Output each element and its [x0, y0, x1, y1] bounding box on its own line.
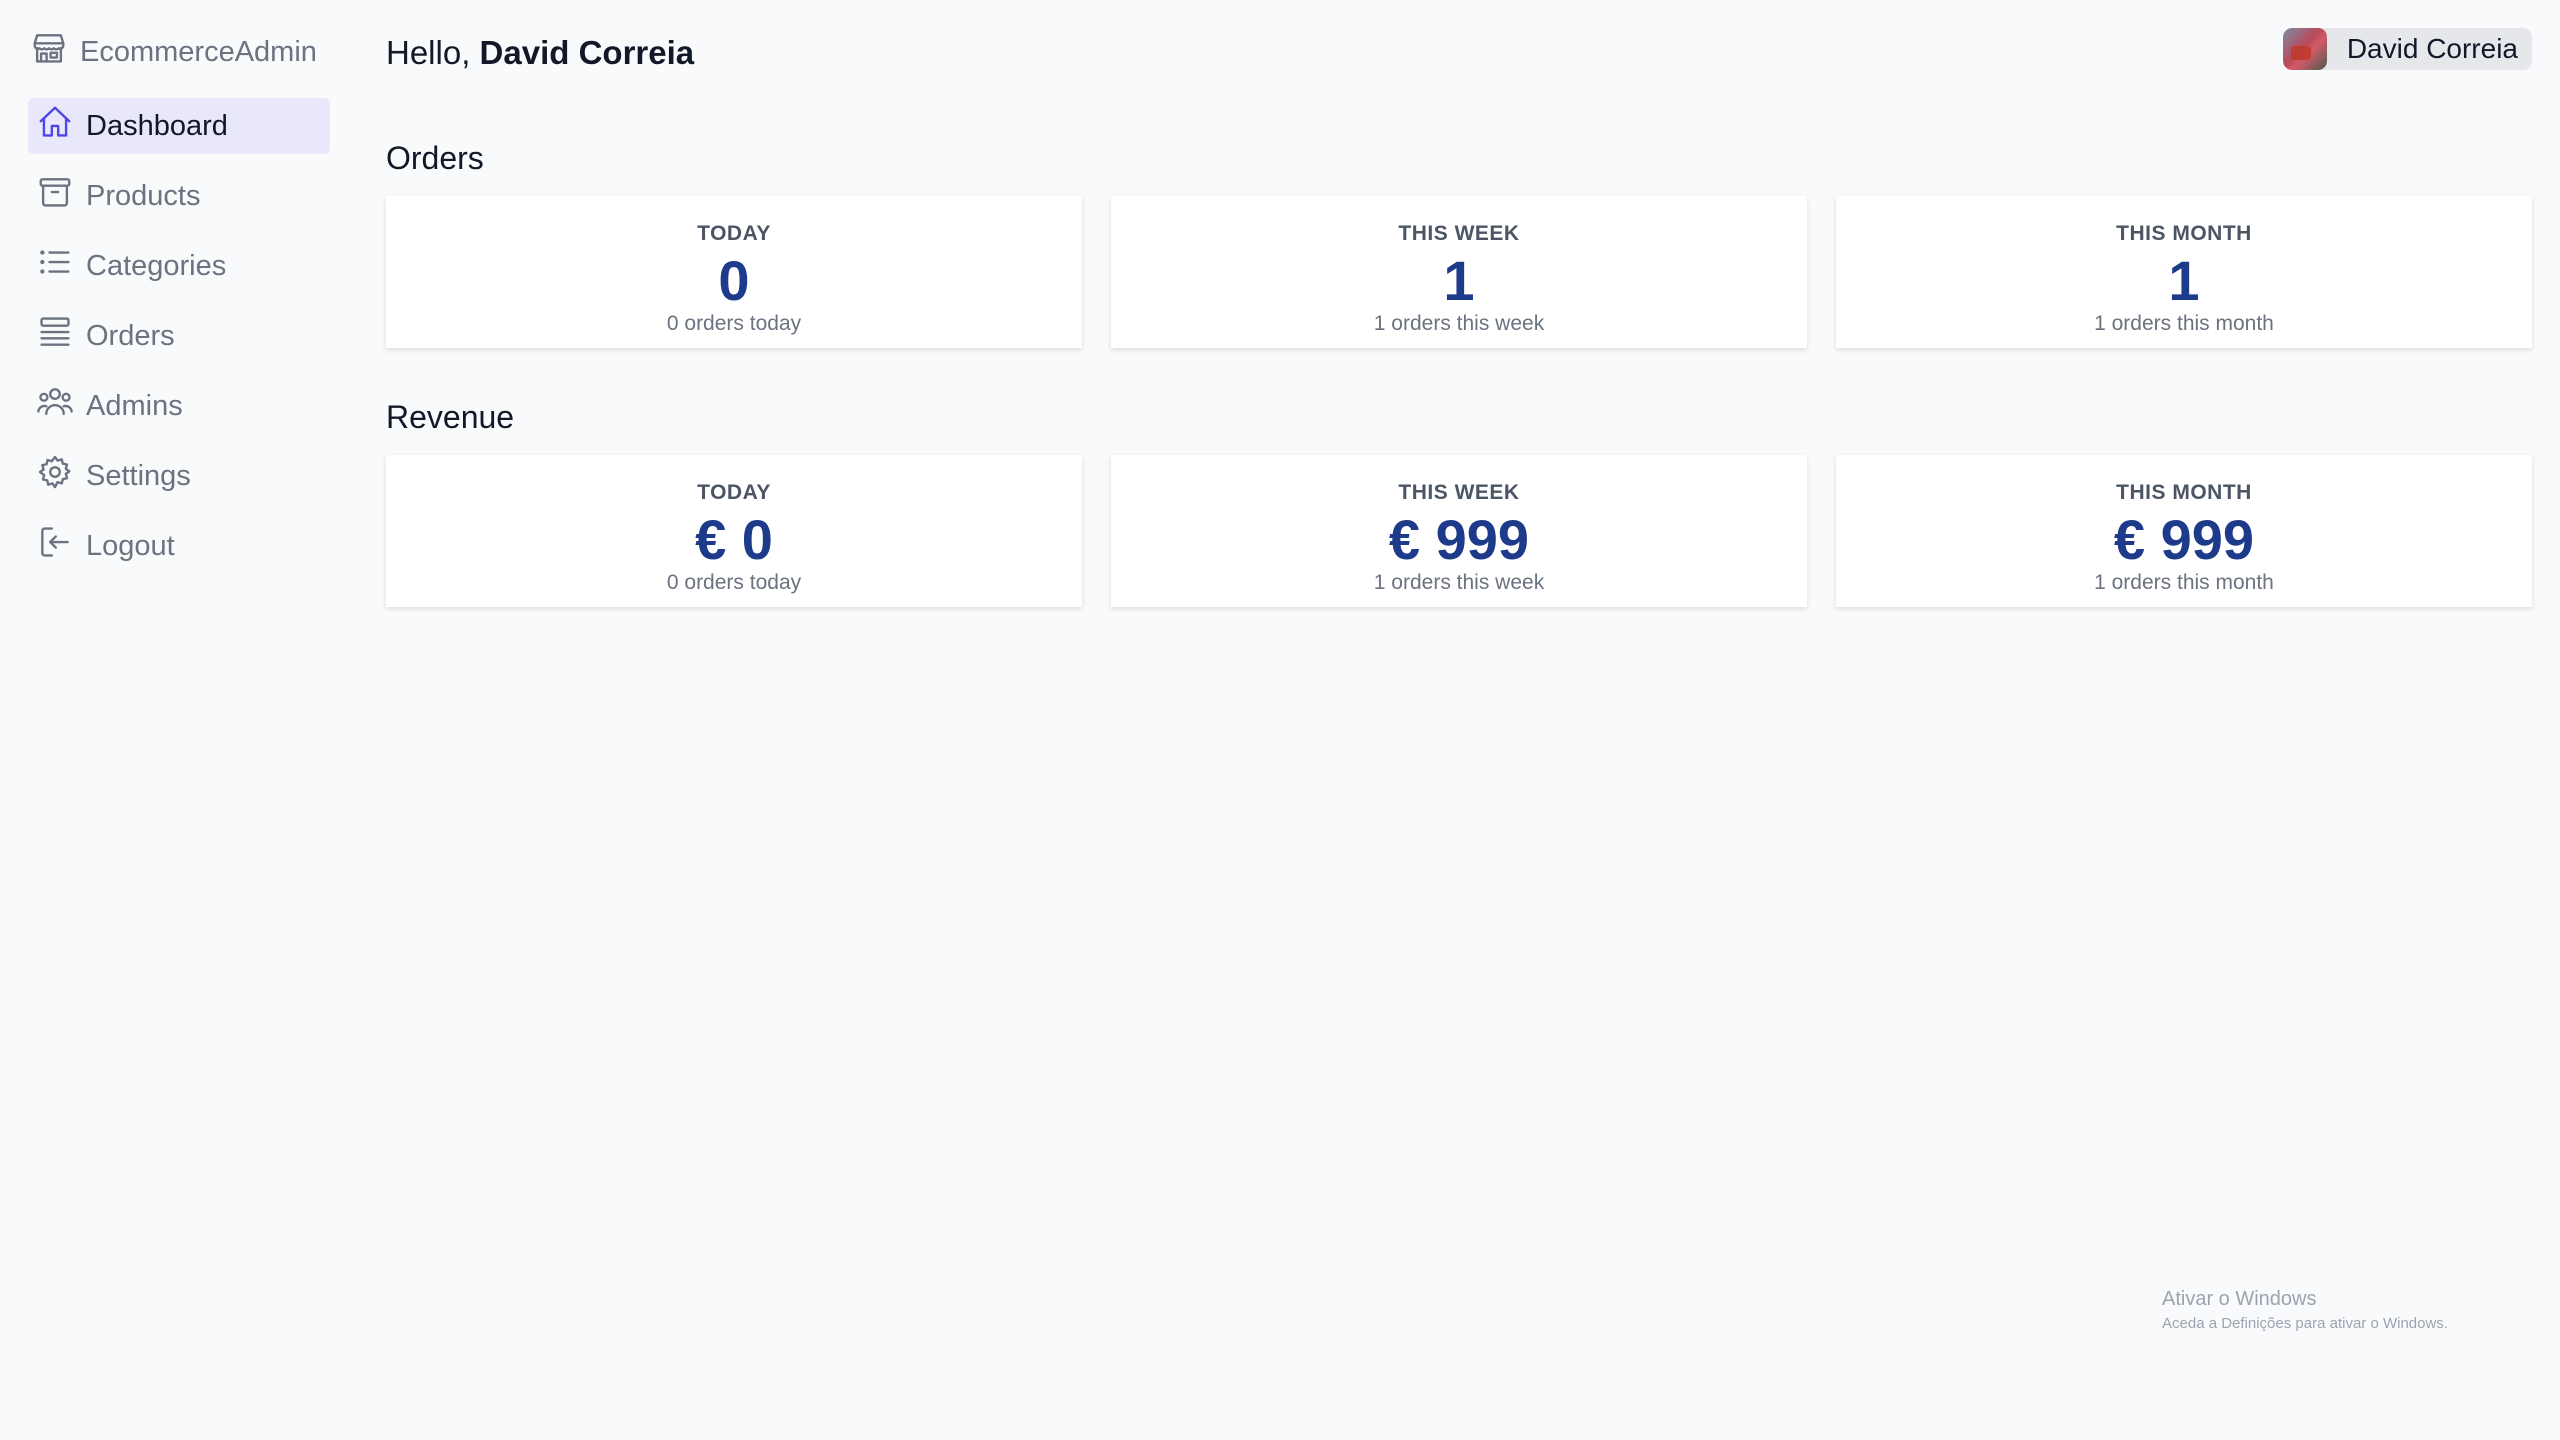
greeting: Hello, David Correia [386, 34, 694, 72]
orders-week-card: THIS WEEK 1 1 orders this week [1111, 196, 1807, 348]
home-icon [36, 103, 74, 149]
avatar [2282, 28, 2327, 70]
card-label: THIS MONTH [2116, 481, 2252, 504]
sidebar-item-orders[interactable]: Orders [28, 308, 330, 364]
card-value: € 0 [695, 508, 773, 571]
logout-icon [36, 523, 74, 569]
brand-name: EcommerceAdmin [80, 35, 317, 68]
revenue-today-card: TODAY € 0 0 orders today [386, 455, 1082, 607]
card-subtitle: 0 orders today [666, 312, 802, 335]
sidebar-item-label: Dashboard [86, 109, 228, 142]
sidebar-item-admins[interactable]: Admins [28, 378, 330, 434]
card-label: TODAY [697, 481, 771, 504]
greeting-user-name: David Correia [479, 34, 695, 71]
sidebar-item-logout[interactable]: Logout [28, 518, 330, 574]
sidebar-item-settings[interactable]: Settings [28, 448, 330, 504]
card-subtitle: 1 orders this month [2094, 571, 2274, 594]
card-value: 1 [2168, 249, 2200, 312]
list-icon [36, 243, 74, 289]
sidebar-item-label: Orders [86, 319, 175, 352]
sidebar-item-dashboard[interactable]: Dashboard [28, 98, 330, 154]
watermark-title: Ativar o Windows [2162, 1288, 2317, 1310]
orders-today-card: TODAY 0 0 orders today [386, 196, 1082, 348]
card-label: TODAY [697, 222, 771, 245]
store-icon [30, 29, 68, 75]
card-value: 0 [718, 249, 750, 312]
orders-section-title: Orders [386, 140, 484, 176]
sidebar-item-label: Logout [86, 529, 175, 562]
sidebar-item-label: Categories [86, 249, 227, 282]
users-icon [36, 383, 74, 429]
watermark-subtitle: Aceda a Definições para ativar o Windows… [2162, 1315, 2448, 1332]
card-subtitle: 1 orders this month [2094, 312, 2274, 335]
revenue-week-card: THIS WEEK € 999 1 orders this week [1111, 455, 1807, 607]
card-value: € 999 [1388, 508, 1530, 571]
user-chip-name: David Correia [2346, 33, 2518, 64]
sidebar-item-label: Admins [86, 389, 183, 422]
orders-month-card: THIS MONTH 1 1 orders this month [1836, 196, 2532, 348]
sidebar-item-label: Products [86, 179, 201, 212]
card-subtitle: 1 orders this week [1373, 312, 1545, 335]
sidebar-nav: Dashboard Products Categories Orders Adm… [28, 98, 330, 588]
card-value: € 999 [2113, 508, 2255, 571]
greeting-prefix: Hello, [386, 34, 471, 71]
card-value: 1 [1443, 249, 1475, 312]
windows-activation-watermark: Ativar o Windows Aceda a Definições para… [2162, 1288, 2448, 1332]
sidebar-item-label: Settings [86, 459, 191, 492]
card-label: THIS WEEK [1398, 481, 1520, 504]
brand[interactable]: EcommerceAdmin [30, 30, 317, 74]
revenue-section-title: Revenue [386, 399, 515, 435]
card-subtitle: 0 orders today [666, 571, 802, 594]
user-menu-button[interactable]: David Correia [2282, 28, 2532, 70]
app: EcommerceAdmin Dashboard Products Catego… [0, 0, 2560, 1440]
card-label: THIS MONTH [2116, 222, 2252, 245]
archive-box-icon [36, 173, 74, 219]
card-label: THIS WEEK [1398, 222, 1520, 245]
gear-icon [36, 453, 74, 499]
sidebar-item-products[interactable]: Products [28, 168, 330, 224]
revenue-month-card: THIS MONTH € 999 1 orders this month [1836, 455, 2532, 607]
sidebar-item-categories[interactable]: Categories [28, 238, 330, 294]
sidebar: EcommerceAdmin Dashboard Products Catego… [0, 0, 360, 1440]
queue-list-icon [36, 313, 74, 359]
card-subtitle: 1 orders this week [1373, 571, 1545, 594]
